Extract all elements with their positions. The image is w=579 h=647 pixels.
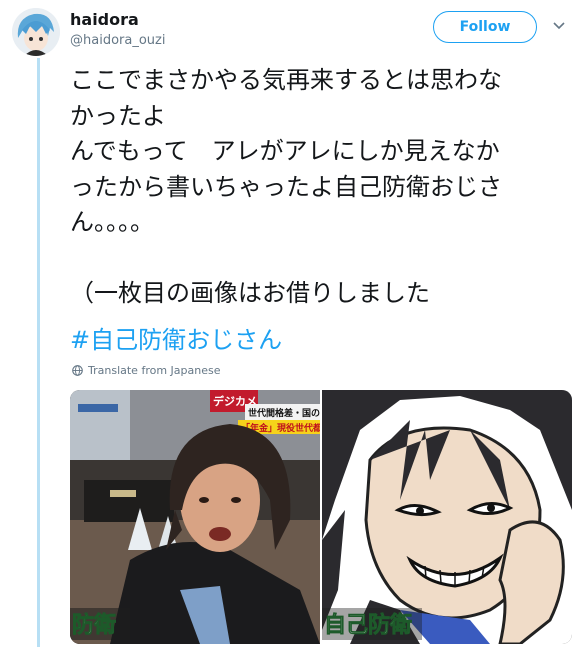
tweet-line [70, 241, 570, 277]
media-image-right[interactable]: 自己防衛 [322, 390, 572, 644]
thread-line [37, 58, 40, 647]
media-image-left[interactable]: デジカメ 世代間格差・国の借 「年金」現役世代都 防衛 [70, 390, 329, 644]
avatar[interactable] [12, 8, 60, 56]
tweet-line: ったから書いちゃったよ自己防衛おじさ [70, 172, 502, 201]
globe-icon [72, 365, 83, 376]
translate-link[interactable]: Translate from Japanese [72, 364, 220, 377]
tweet-line: （一枚目の画像はお借りしました [70, 279, 430, 307]
caption-left: 防衛 [72, 612, 116, 638]
chevron-down-icon[interactable] [552, 20, 566, 32]
hashtag-link[interactable]: #自己防衛おじさん [70, 320, 282, 355]
tweet-line: ここでまさかやる気再来するとは思わな [70, 66, 502, 94]
follow-button[interactable]: Follow [433, 11, 537, 43]
caption-right: 自己防衛 [324, 612, 412, 638]
translate-label: Translate from Japanese [88, 364, 221, 377]
tweet-media[interactable]: デジカメ 世代間格差・国の借 「年金」現役世代都 防衛 自己防衛 [70, 390, 572, 644]
tweet-line: かったよ [70, 101, 166, 130]
display-name[interactable]: haidora [70, 10, 139, 29]
tweet-line: ん。。。。 [70, 208, 154, 236]
banner-line-1: 世代間格差・国の借 [248, 407, 329, 419]
user-handle[interactable]: @haidora_ouzi [70, 33, 165, 48]
tweet-text: ここでまさかやる気再来するとは思わな かったよ んでもって アレがアレにしか見え… [70, 63, 570, 312]
tweet-line: んでもって アレがアレにしか見えなか [70, 137, 500, 165]
